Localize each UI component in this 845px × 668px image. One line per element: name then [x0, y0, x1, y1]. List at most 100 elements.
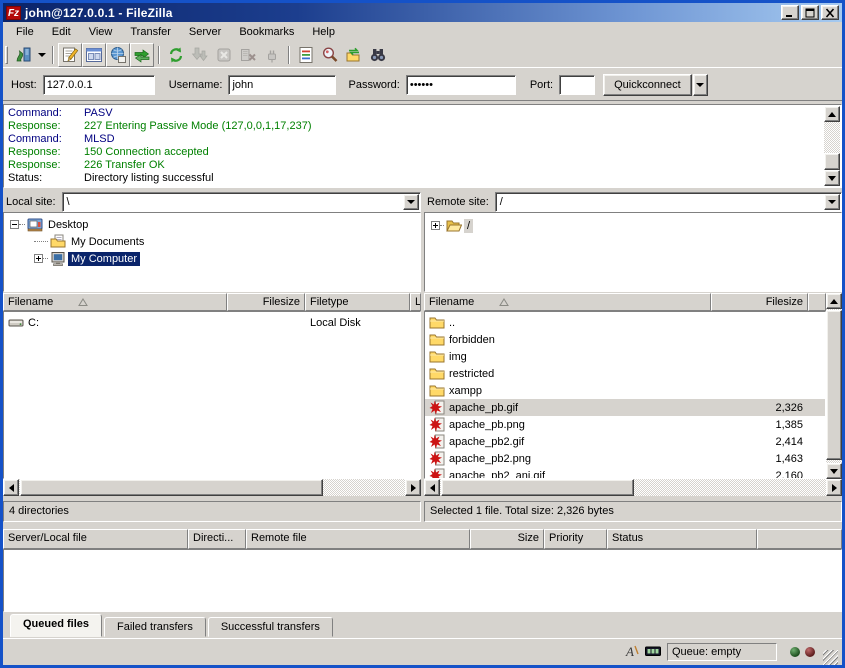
cancel-icon — [215, 46, 233, 64]
username-input[interactable] — [228, 75, 336, 95]
queue-icon — [133, 46, 151, 64]
menu-transfer[interactable]: Transfer — [121, 23, 180, 41]
column-lastmodified[interactable]: L — [410, 293, 421, 311]
scroll-down-button[interactable] — [824, 170, 840, 186]
column-server-local-file[interactable]: Server/Local file — [3, 529, 188, 549]
toggle-local-tree-button[interactable] — [82, 43, 106, 67]
menu-help[interactable]: Help — [303, 23, 344, 41]
refresh-icon — [167, 46, 185, 64]
tree-item-my-computer[interactable]: My Computer — [34, 250, 140, 267]
find-files-button[interactable] — [366, 43, 390, 67]
remote-list-vscrollbar[interactable] — [826, 293, 842, 479]
quickconnect-button[interactable]: Quickconnect — [603, 74, 692, 96]
synchronized-browsing-button[interactable] — [342, 43, 366, 67]
cancel-button[interactable] — [212, 43, 236, 67]
transfer-queue-list[interactable] — [3, 549, 842, 612]
queue-tabbar: Queued files Failed transfers Successful… — [3, 613, 842, 637]
toggle-remote-tree-button[interactable] — [106, 43, 130, 67]
column-filename[interactable]: Filename — [3, 293, 227, 311]
menu-server[interactable]: Server — [180, 23, 230, 41]
file-row[interactable]: restricted — [425, 365, 825, 382]
combo-dropdown-button[interactable] — [403, 194, 419, 210]
disconnect-button[interactable] — [236, 43, 260, 67]
file-row[interactable]: xampp — [425, 382, 825, 399]
file-row[interactable]: forbidden — [425, 331, 825, 348]
column-priority[interactable]: Priority — [544, 529, 607, 549]
toggle-message-log-button[interactable] — [58, 43, 82, 67]
file-row[interactable]: apache_pb2.png1,463 — [425, 450, 825, 467]
scrollbar-thumb[interactable] — [20, 479, 323, 496]
password-input[interactable] — [406, 75, 516, 95]
column-filesize[interactable]: Filesize — [227, 293, 305, 311]
title-bar[interactable]: Fz john@127.0.0.1 - FileZilla — [3, 3, 842, 22]
filters-button[interactable] — [294, 43, 318, 67]
scroll-left-button[interactable] — [424, 479, 440, 496]
scroll-right-button[interactable] — [405, 479, 421, 496]
collapse-icon[interactable] — [10, 220, 19, 229]
scroll-right-button[interactable] — [826, 479, 842, 496]
column-direction[interactable]: Directi... — [188, 529, 246, 549]
port-input[interactable] — [559, 75, 595, 95]
close-button[interactable] — [821, 5, 839, 20]
minimize-button[interactable] — [781, 5, 799, 20]
resize-grip[interactable] — [823, 650, 838, 665]
process-queue-button[interactable] — [188, 43, 212, 67]
expand-icon[interactable] — [34, 254, 43, 263]
scroll-down-button[interactable] — [826, 463, 842, 479]
quickconnect-dropdown[interactable] — [693, 74, 708, 96]
tab-queued-files[interactable]: Queued files — [10, 614, 102, 637]
toggle-queue-button[interactable] — [130, 43, 154, 67]
local-site-combobox[interactable]: \ — [62, 192, 421, 212]
speed-limits-icon[interactable] — [645, 643, 661, 662]
refresh-button[interactable] — [164, 43, 188, 67]
chevron-down-icon — [407, 200, 415, 204]
column-status[interactable]: Status — [607, 529, 757, 549]
file-row[interactable]: apache_pb.png1,385 — [425, 416, 825, 433]
local-list-hscrollbar[interactable] — [3, 479, 421, 496]
site-manager-dropdown[interactable] — [35, 43, 48, 67]
local-status-text: 4 directories — [3, 501, 421, 522]
toolbar — [3, 42, 842, 68]
site-manager-button[interactable] — [11, 43, 35, 67]
menu-edit[interactable]: Edit — [43, 23, 80, 41]
menu-bookmarks[interactable]: Bookmarks — [230, 23, 303, 41]
maximize-button[interactable] — [801, 5, 819, 20]
file-row[interactable]: apache_pb2.gif2,414 — [425, 433, 825, 450]
scrollbar-thumb[interactable] — [826, 310, 842, 460]
log-line: Status:Directory listing successful — [4, 172, 841, 185]
column-filename[interactable]: Filename — [424, 293, 711, 311]
menu-file[interactable]: File — [7, 23, 43, 41]
scrollbar-thumb[interactable] — [441, 479, 634, 496]
scrollbar-thumb[interactable] — [824, 153, 840, 170]
tree-item-desktop[interactable]: Desktop — [10, 216, 91, 233]
scroll-left-button[interactable] — [3, 479, 19, 496]
tab-failed-transfers[interactable]: Failed transfers — [104, 617, 206, 637]
file-row-selected[interactable]: apache_pb.gif2,326 — [425, 399, 825, 416]
file-row[interactable]: .. — [425, 314, 825, 331]
directory-comparison-button[interactable] — [318, 43, 342, 67]
toolbar-grip[interactable] — [5, 46, 8, 64]
tree-item-root[interactable]: / — [431, 217, 473, 234]
combo-dropdown-button[interactable] — [824, 194, 840, 210]
scroll-up-button[interactable] — [826, 293, 842, 309]
column-filesize[interactable]: Filesize — [711, 293, 808, 311]
desktop-icon — [27, 217, 43, 233]
expand-icon[interactable] — [431, 221, 440, 230]
log-scrollbar[interactable] — [824, 106, 840, 186]
tab-successful-transfers[interactable]: Successful transfers — [208, 617, 333, 637]
file-row[interactable]: C: Local Disk — [4, 314, 420, 331]
tree-item-my-documents[interactable]: My Documents — [34, 233, 147, 250]
remote-list-hscrollbar[interactable] — [424, 479, 842, 496]
led-green-icon — [790, 647, 800, 657]
column-filetype[interactable]: Filetype — [305, 293, 410, 311]
remote-site-combobox[interactable]: / — [495, 192, 842, 212]
file-row[interactable]: apache_pb2_ani.gif2,160 — [425, 467, 825, 479]
scroll-up-button[interactable] — [824, 106, 840, 122]
file-row[interactable]: img — [425, 348, 825, 365]
queue-header: Server/Local file Directi... Remote file… — [3, 529, 842, 549]
column-remote-file[interactable]: Remote file — [246, 529, 470, 549]
reconnect-button[interactable] — [260, 43, 284, 67]
column-size[interactable]: Size — [470, 529, 544, 549]
menu-view[interactable]: View — [80, 23, 122, 41]
host-input[interactable] — [43, 75, 155, 95]
